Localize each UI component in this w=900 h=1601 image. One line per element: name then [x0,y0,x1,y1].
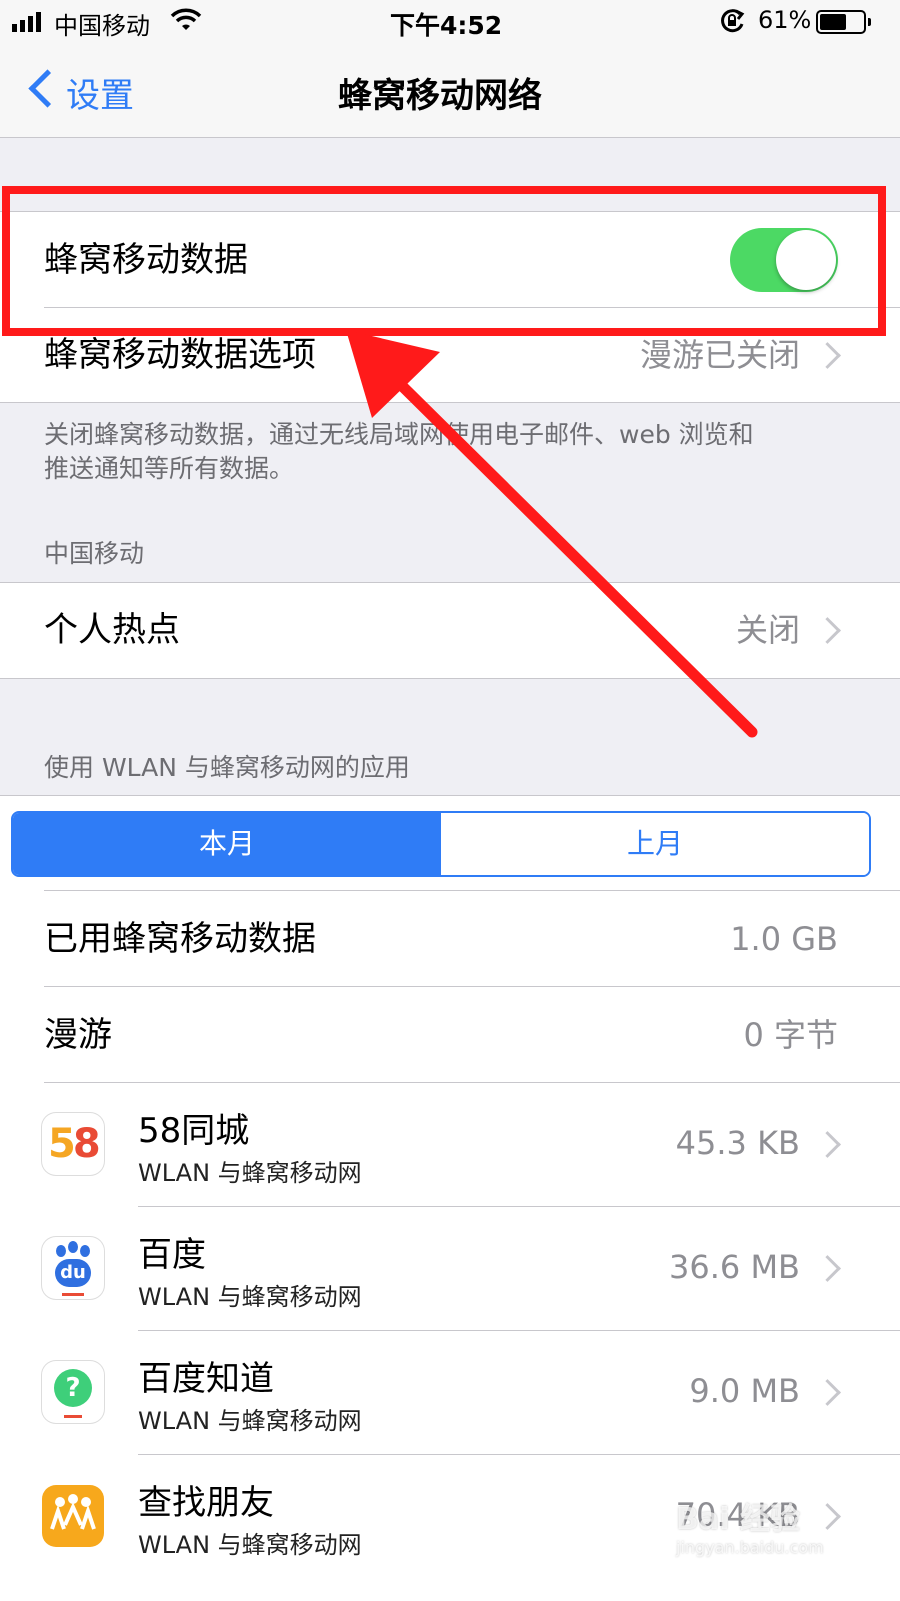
watermark: Bai 经验 jingyan.baidu.com [676,1494,876,1557]
watermark-line1: Bai 经验 [676,1502,800,1537]
watermark-line2: jingyan.baidu.com [676,1538,824,1557]
annotation-arrow [346,330,758,738]
